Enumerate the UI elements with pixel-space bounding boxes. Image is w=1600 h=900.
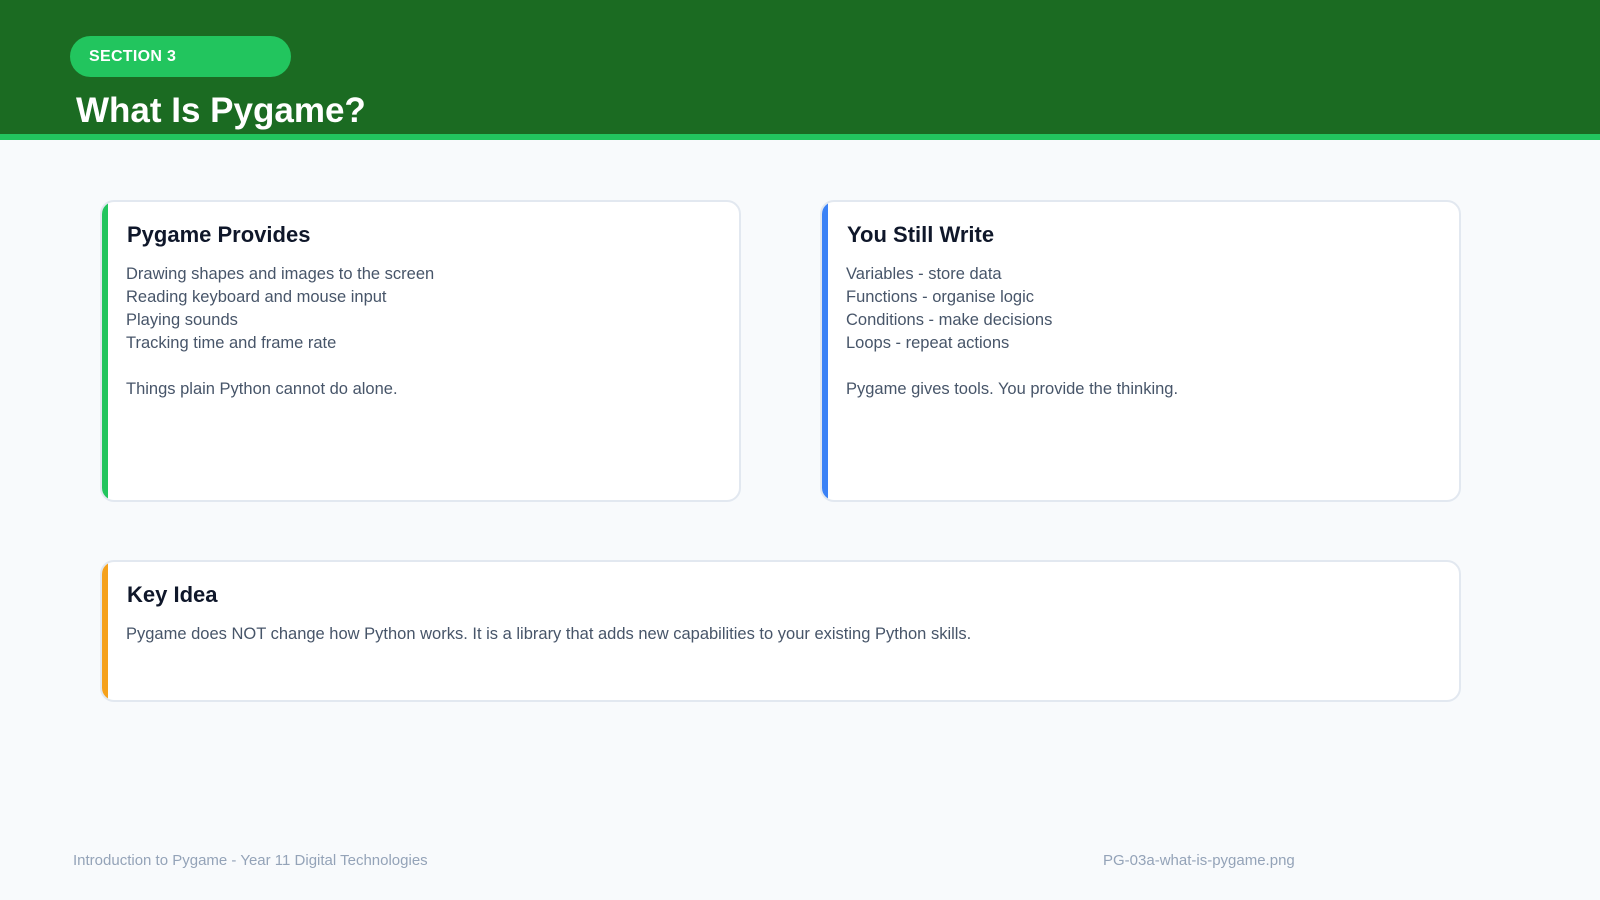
card-body: Pygame does NOT change how Python works.… xyxy=(126,623,1435,646)
pygame-provides-card: Pygame Provides Drawing shapes and image… xyxy=(100,200,741,502)
list-item: Playing sounds xyxy=(126,311,238,329)
card-note: Things plain Python cannot do alone. xyxy=(126,380,398,398)
key-idea-text: Pygame does NOT change how Python works.… xyxy=(126,625,972,643)
list-item: Drawing shapes and images to the screen xyxy=(126,265,435,283)
card-note: Pygame gives tools. You provide the thin… xyxy=(846,380,1179,398)
card-body: Drawing shapes and images to the screen … xyxy=(126,263,715,401)
key-idea-card: Key Idea Pygame does NOT change how Pyth… xyxy=(100,560,1461,702)
list-item: Variables - store data xyxy=(846,265,1002,283)
feature-list: Drawing shapes and images to the screen … xyxy=(126,263,715,355)
card-title: You Still Write xyxy=(847,222,995,247)
list-item: Loops - repeat actions xyxy=(846,334,1010,352)
section-badge: SECTION 3 xyxy=(70,36,291,77)
page-title: What Is Pygame? xyxy=(76,91,366,130)
card-accent-bar xyxy=(822,202,828,500)
card-accent-bar xyxy=(102,562,108,700)
card-accent-bar xyxy=(102,202,108,500)
card-title: Pygame Provides xyxy=(127,222,311,247)
concept-list: Variables - store data Functions - organ… xyxy=(846,263,1435,355)
list-item: Conditions - make decisions xyxy=(846,311,1053,329)
card-title: Key Idea xyxy=(127,582,218,607)
list-item: Reading keyboard and mouse input xyxy=(126,288,387,306)
list-item: Functions - organise logic xyxy=(846,288,1035,306)
footer-course-label: Introduction to Pygame - Year 11 Digital… xyxy=(73,852,428,869)
card-body: Variables - store data Functions - organ… xyxy=(846,263,1435,401)
list-item: Tracking time and frame rate xyxy=(126,334,337,352)
slide-header: SECTION 3 What Is Pygame? xyxy=(0,0,1600,140)
footer-filename: PG-03a-what-is-pygame.png xyxy=(1103,852,1295,869)
you-still-write-card: You Still Write Variables - store data F… xyxy=(820,200,1461,502)
